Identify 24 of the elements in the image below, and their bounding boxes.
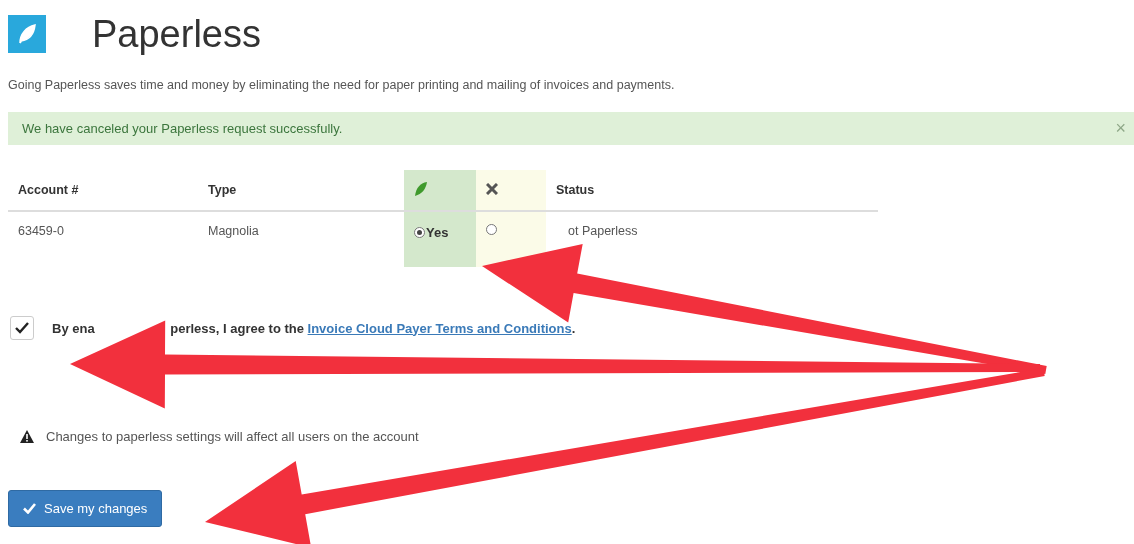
agreement-text: . <box>571 320 576 336</box>
warning-icon <box>20 430 34 443</box>
terms-link[interactable]: Invoice Cloud Payer Terms and Conditions <box>307 320 572 336</box>
account-type: Magnolia <box>208 224 259 238</box>
alert-message: We have canceled your Paperless request successfully. <box>22 121 343 136</box>
description-text: Going Paperless saves time and money by eliminating the need for paper printing and mailing of invoices and payments. <box>8 78 676 92</box>
status-text: ot Paperless <box>568 224 638 238</box>
radio-button[interactable]: Yes <box>414 225 449 240</box>
column-header: Account # <box>18 183 79 197</box>
page-title: Paperless <box>92 12 261 56</box>
agreement-text: By ena <box>52 320 95 336</box>
agree-checkbox[interactable] <box>10 316 34 340</box>
account-number: 63459-0 <box>18 224 64 238</box>
close-icon <box>486 182 498 195</box>
leaf-logo-icon <box>8 15 46 53</box>
leaf-icon <box>414 180 428 197</box>
check-icon <box>23 503 36 514</box>
column-header: Type <box>208 183 237 197</box>
check-icon <box>15 322 29 334</box>
warning-text: Changes to paperless settings will affect all users on the account <box>46 429 419 444</box>
save-button[interactable]: Save my changes <box>8 490 163 527</box>
agreement-text: perless, I agree to the <box>170 320 304 336</box>
column-header: Status <box>556 183 595 197</box>
radio-button[interactable] <box>486 224 497 235</box>
